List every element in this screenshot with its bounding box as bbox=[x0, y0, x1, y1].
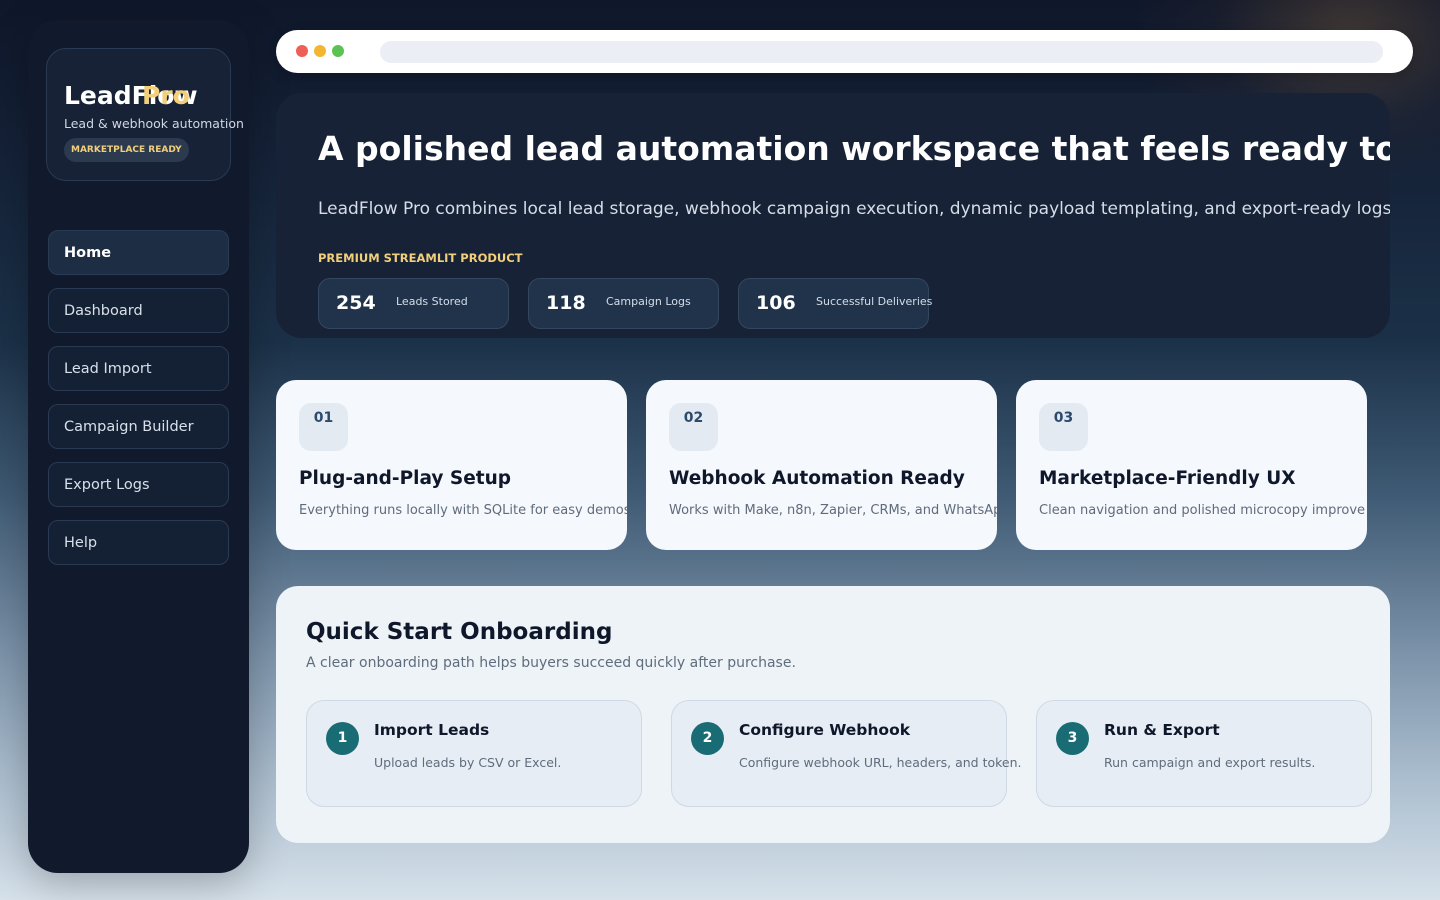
hero-description: LeadFlow Pro combines local lead storage… bbox=[318, 199, 1390, 219]
brand-suffix: Pro bbox=[142, 81, 190, 110]
browser-bar bbox=[276, 30, 1413, 73]
stat-label: Successful Deliveries bbox=[816, 295, 933, 308]
minimize-window-dot[interactable] bbox=[314, 45, 326, 57]
step-description: Configure webhook URL, headers, and toke… bbox=[739, 755, 1022, 770]
feature-card-webhook: 02 Webhook Automation Ready Works with M… bbox=[646, 380, 997, 550]
step-description: Upload leads by CSV or Excel. bbox=[374, 755, 562, 770]
close-window-dot[interactable] bbox=[296, 45, 308, 57]
hero-title: A polished lead automation workspace tha… bbox=[318, 129, 1390, 168]
onboarding-panel: Quick Start Onboarding A clear onboardin… bbox=[276, 586, 1390, 843]
feature-number: 02 bbox=[669, 403, 718, 451]
stat-value: 106 bbox=[756, 292, 796, 314]
stat-label: Campaign Logs bbox=[606, 295, 691, 308]
feature-card-ux: 03 Marketplace-Friendly UX Clean navigat… bbox=[1016, 380, 1367, 550]
feature-number: 01 bbox=[299, 403, 348, 451]
nav-item-lead-import[interactable]: Lead Import bbox=[48, 346, 229, 391]
nav-item-campaign-builder[interactable]: Campaign Builder bbox=[48, 404, 229, 449]
stat-campaign-logs: 118 Campaign Logs bbox=[528, 278, 719, 329]
feature-description: Works with Make, n8n, Zapier, CRMs, and … bbox=[669, 503, 997, 518]
step-title: Import Leads bbox=[374, 721, 490, 739]
feature-card-setup: 01 Plug-and-Play Setup Everything runs l… bbox=[276, 380, 627, 550]
onboarding-step-webhook: 2 Configure Webhook Configure webhook UR… bbox=[671, 700, 1022, 807]
onboarding-step-run-export: 3 Run & Export Run campaign and export r… bbox=[1036, 700, 1372, 807]
stat-leads-stored: 254 Leads Stored bbox=[318, 278, 509, 329]
hero-label: PREMIUM STREAMLIT PRODUCT bbox=[318, 251, 523, 265]
hero-panel: A polished lead automation workspace tha… bbox=[276, 93, 1390, 338]
onboarding-title: Quick Start Onboarding bbox=[306, 619, 613, 645]
brand-card: LeadFlow Pro Lead & webhook automation M… bbox=[46, 48, 244, 181]
nav-item-dashboard[interactable]: Dashboard bbox=[48, 288, 229, 333]
feature-description: Everything runs locally with SQLite for … bbox=[299, 503, 627, 518]
brand-tagline: Lead & webhook automation bbox=[64, 116, 244, 131]
maximize-window-dot[interactable] bbox=[332, 45, 344, 57]
step-title: Configure Webhook bbox=[739, 721, 911, 739]
feature-number: 03 bbox=[1039, 403, 1088, 451]
nav-item-home[interactable]: Home bbox=[48, 230, 229, 275]
nav-item-export-logs[interactable]: Export Logs bbox=[48, 462, 229, 507]
step-description: Run campaign and export results. bbox=[1104, 755, 1316, 770]
stat-successful-deliveries: 106 Successful Deliveries bbox=[738, 278, 933, 329]
address-bar[interactable] bbox=[380, 41, 1383, 63]
onboarding-subtitle: A clear onboarding path helps buyers suc… bbox=[306, 655, 796, 671]
sidebar-nav: Home Dashboard Lead Import Campaign Buil… bbox=[48, 230, 229, 578]
step-number: 2 bbox=[691, 722, 724, 755]
feature-title: Marketplace-Friendly UX bbox=[1039, 468, 1296, 489]
step-number: 3 bbox=[1056, 722, 1089, 755]
sidebar: LeadFlow Pro Lead & webhook automation M… bbox=[28, 20, 249, 873]
marketplace-badge: MARKETPLACE READY bbox=[64, 138, 189, 162]
feature-title: Webhook Automation Ready bbox=[669, 468, 965, 489]
feature-description: Clean navigation and polished microcopy … bbox=[1039, 503, 1367, 518]
feature-title: Plug-and-Play Setup bbox=[299, 468, 512, 489]
stat-value: 118 bbox=[546, 292, 586, 314]
step-number: 1 bbox=[326, 722, 359, 755]
stat-label: Leads Stored bbox=[396, 295, 468, 308]
nav-item-help[interactable]: Help bbox=[48, 520, 229, 565]
step-title: Run & Export bbox=[1104, 721, 1220, 739]
stat-value: 254 bbox=[336, 292, 376, 314]
onboarding-step-import: 1 Import Leads Upload leads by CSV or Ex… bbox=[306, 700, 642, 807]
